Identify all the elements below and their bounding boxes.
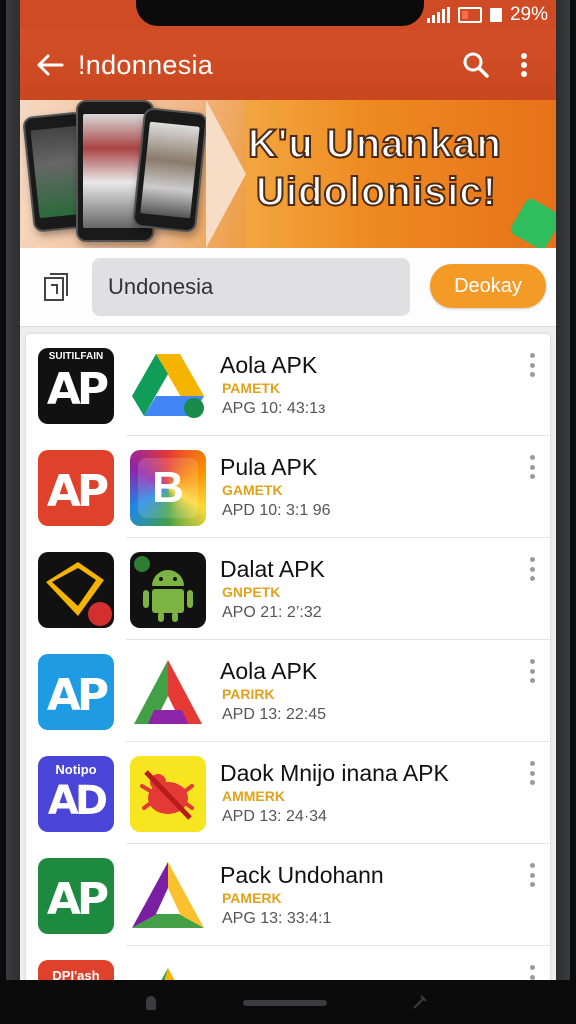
file-icon[interactable] [42, 272, 70, 302]
logo-text: AP [46, 466, 109, 517]
nav-back-icon[interactable] [146, 996, 156, 1010]
triangle-icon [130, 654, 206, 730]
banner-subheadline: Uidolonisic! [255, 169, 497, 215]
list-item[interactable]: AP B Pula APK GAMETK APD 10: 3:1 96 [26, 436, 550, 538]
envelope-icon [46, 562, 112, 626]
logo-text: AD [47, 778, 108, 824]
drive-like-icon [130, 348, 206, 424]
nav-edit-icon[interactable] [412, 994, 428, 1010]
app-date: APG 13: 33:4:1 [222, 910, 332, 927]
banner-phone-image [131, 106, 209, 234]
app-category: GNPETK [222, 584, 281, 600]
logo-text: AP [46, 364, 109, 415]
search-input[interactable] [92, 258, 410, 316]
app-name: Pula APK [220, 454, 318, 480]
logo-caption: DPI'ash [52, 968, 100, 980]
app-date: APD 13: 22:45 [222, 706, 327, 723]
logo-caption: Notipo [55, 762, 97, 777]
more-options-button[interactable] [520, 350, 544, 380]
sim-icon [489, 8, 502, 22]
back-arrow-icon [37, 54, 64, 76]
system-nav-bar [0, 980, 576, 1024]
camera-notch [136, 0, 424, 26]
app-category: AMMERK [222, 788, 285, 804]
app-date: APD 13: 24·34 [222, 808, 327, 825]
list-item[interactable]: SUITILFAIN AP Aola APK PAMETK APG 10: 43… [26, 334, 550, 436]
list-item[interactable]: AP Aola APK PARIRK APD 13: 22:45 [26, 640, 550, 742]
app-date: APG 10: 43:1з [222, 400, 326, 417]
more-vertical-icon [521, 53, 527, 77]
app-date: APD 10: 3:1 96 [222, 502, 331, 519]
app-category: PAMETK [222, 380, 281, 396]
search-icon [463, 52, 489, 78]
logo-caption: SUITILFAIN [48, 351, 104, 362]
status-icons: 29% [426, 4, 548, 26]
signal-icon [426, 7, 450, 23]
app-list: SUITILFAIN AP Aola APK PAMETK APG 10: 43… [26, 334, 550, 980]
page-title: !ndonnesia [78, 49, 214, 80]
app-bar: !ndonnesia [20, 30, 556, 100]
logo-text: AP [46, 670, 109, 721]
overflow-menu-button[interactable] [500, 41, 548, 89]
back-button[interactable] [26, 41, 74, 89]
battery-percent: 29% [509, 4, 548, 25]
status-bar: 29% [20, 0, 556, 30]
search-submit-button[interactable]: Deokay [430, 264, 546, 308]
publisher-logo: Notipo AD [38, 756, 114, 832]
list-item[interactable]: AP Pack Undohann PAMERK APG 13: 33:4:1 [26, 844, 550, 946]
publisher-logo: DPI'ash [38, 960, 114, 980]
android-icon [130, 552, 206, 628]
more-options-button[interactable] [520, 962, 544, 980]
app-category: GAMETK [222, 482, 283, 498]
app-name: Pack Undohann [220, 862, 384, 888]
list-item[interactable]: Notipo AD Daok Mnijo inana APK AMMERK AP… [26, 742, 550, 844]
bug-icon [130, 756, 206, 832]
screen: 29% !ndonnesia K'u Unankan Uidolonisic! … [20, 0, 556, 980]
more-options-button[interactable] [520, 452, 544, 482]
more-options-button[interactable] [520, 656, 544, 686]
app-name: Aola APK [220, 658, 318, 684]
list-item[interactable]: Dalat APK GNPETK APO 21: 2’:32 [26, 538, 550, 640]
battery-icon [457, 7, 482, 23]
app-category: PAMERK [222, 890, 282, 906]
publisher-logo [38, 552, 114, 628]
publisher-logo: AP [38, 654, 114, 730]
banner-chevron [206, 100, 246, 248]
home-indicator[interactable] [243, 1000, 327, 1006]
triangle-multi-icon [130, 858, 206, 934]
rainbow-r-icon: B [130, 450, 206, 526]
publisher-logo: AP [38, 858, 114, 934]
triangle-partial-icon [130, 960, 206, 980]
more-options-button[interactable] [520, 554, 544, 584]
banner-headline: K'u Unankan [247, 121, 502, 167]
more-options-button[interactable] [520, 860, 544, 890]
more-options-button[interactable] [520, 758, 544, 788]
search-row: Deokay [20, 248, 556, 327]
app-name: Dalat APK [220, 556, 325, 582]
app-name: Daok Mnijo inana APK [220, 760, 449, 786]
app-date: APO 21: 2’:32 [222, 604, 322, 621]
list-item[interactable]: DPI'ash [26, 946, 550, 980]
app-category: PARIRK [222, 686, 275, 702]
publisher-logo: AP [38, 450, 114, 526]
publisher-logo: SUITILFAIN AP [38, 348, 114, 424]
search-button[interactable] [452, 41, 500, 89]
promo-banner[interactable]: K'u Unankan Uidolonisic! [20, 100, 556, 248]
app-name: Aola APK [220, 352, 318, 378]
logo-text: AP [46, 874, 109, 925]
